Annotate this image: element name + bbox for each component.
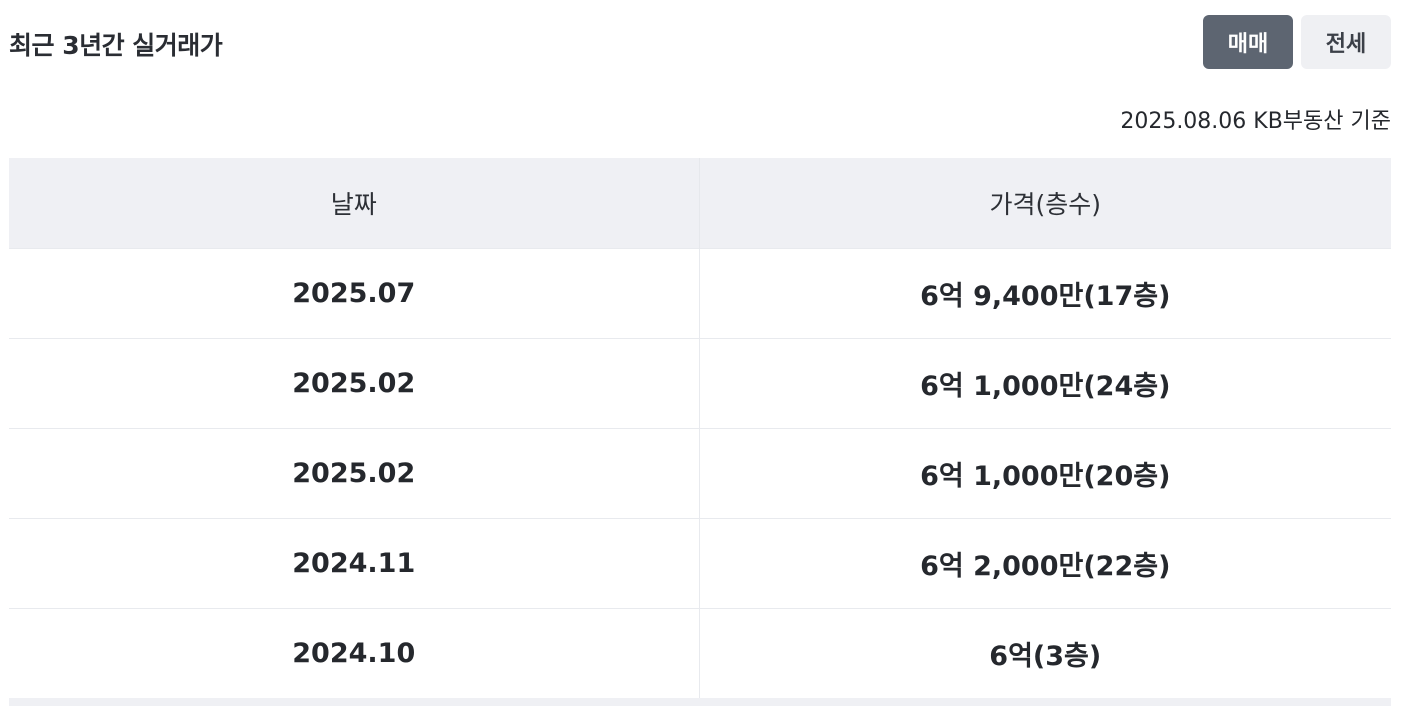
table-row: 2025.02 6억 1,000만(20층) [9,427,1391,518]
table-body: 2025.07 6억 9,400만(17층) 2025.02 6억 1,000만… [9,247,1391,699]
sale-toggle-button[interactable]: 매매 [1203,15,1293,69]
table-footer-bar [9,698,1391,706]
trade-type-toggle: 매매 전세 [1203,15,1391,69]
table-row: 2024.11 6억 2,000만(22층) [9,517,1391,608]
date-cell: 2025.02 [9,427,700,518]
table-header: 날짜 가격(층수) [9,158,1391,248]
price-cell: 6억 1,000만(20층) [699,427,1391,518]
date-cell: 2024.10 [9,607,700,699]
date-cell: 2025.02 [9,337,700,428]
table-row: 2024.10 6억(3층) [9,607,1391,699]
table-row: 2025.02 6억 1,000만(24층) [9,337,1391,428]
table-row: 2025.07 6억 9,400만(17층) [9,247,1391,338]
date-cell: 2024.11 [9,517,700,608]
jeonse-toggle-button[interactable]: 전세 [1301,15,1391,69]
price-cell: 6억(3층) [699,607,1391,699]
price-cell: 6억 9,400만(17층) [699,247,1391,338]
section-title: 최근 3년간 실거래가 [9,31,223,60]
transaction-table: 날짜 가격(층수) 2025.07 6억 9,400만(17층) 2025.02… [9,158,1391,699]
data-basis-text: 2025.08.06 KB부동산 기준 [1120,109,1391,134]
section-header: 최근 3년간 실거래가 매매 전세 [9,15,1391,69]
date-cell: 2025.07 [9,247,700,338]
column-header-price: 가격(층수) [699,158,1391,248]
table-header-row: 날짜 가격(층수) [9,158,1391,248]
price-cell: 6억 2,000만(22층) [699,517,1391,608]
column-header-date: 날짜 [9,158,700,248]
price-cell: 6억 1,000만(24층) [699,337,1391,428]
